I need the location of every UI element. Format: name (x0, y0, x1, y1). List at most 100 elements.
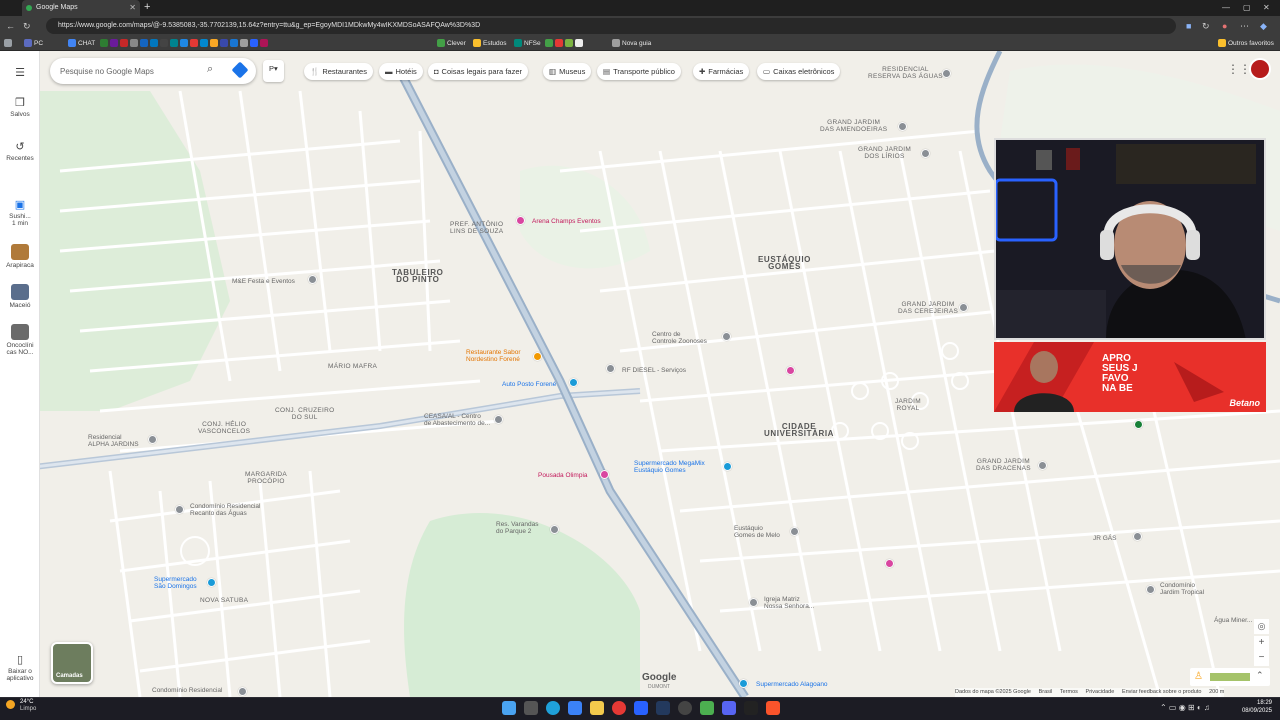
label-eustaquio-gomes[interactable]: EUSTÁQUIO GOMES (758, 256, 811, 271)
rail-sushi[interactable]: ▣ Sushi... 1 min (0, 198, 40, 227)
search-input[interactable] (60, 64, 200, 78)
weather-widget[interactable]: 24°C Limpo (6, 699, 36, 713)
rail-maceio[interactable]: Maceió (0, 284, 40, 309)
attr-terms[interactable]: Termos (1060, 689, 1078, 695)
file-explorer-icon[interactable] (590, 701, 604, 715)
label-res-varandas[interactable]: Res. Varandas do Parque 2 (496, 521, 539, 535)
close-tab-icon[interactable]: ✕ (129, 0, 136, 16)
chrome-icon[interactable] (568, 701, 582, 715)
shopping-pin[interactable] (739, 679, 748, 688)
zoom-in-button[interactable]: + (1254, 636, 1269, 651)
clock[interactable]: 18:29 08/09/2025 (1236, 699, 1272, 715)
label-supermercado-alagoano[interactable]: Supermercado Alagoano (756, 681, 828, 688)
filter-chip-menu[interactable]: P▾ (263, 60, 284, 82)
hotel-pin[interactable] (600, 470, 609, 479)
pegman-icon[interactable]: ♙ (1194, 671, 1203, 682)
back-icon[interactable]: ← (6, 17, 15, 35)
label-residencial-reserva[interactable]: Residencial Reserva das Águas (868, 66, 943, 80)
label-tabuleiro[interactable]: TABULEIRO DO PINTO (392, 269, 443, 284)
place-pin-pink[interactable] (786, 366, 795, 375)
imagery-thumbnails[interactable] (1210, 673, 1250, 681)
place-pin[interactable] (722, 332, 731, 341)
shopping-pin[interactable] (207, 578, 216, 587)
bookmark-pc[interactable]: PC (24, 36, 43, 51)
minimize-icon[interactable]: — (1222, 0, 1230, 16)
bookmark-clever[interactable]: Clever (437, 36, 466, 51)
label-cidade-universitaria[interactable]: CIDADE UNIVERSITÁRIA (764, 423, 834, 438)
label-grand-amendoeiras[interactable]: GRAND JARDIM DAS AMENDOEIRAS (820, 119, 887, 133)
edge-icon[interactable] (546, 701, 560, 715)
place-pin[interactable] (790, 527, 799, 536)
bookmark-nova-guia[interactable]: Nova guia (612, 36, 651, 51)
shopping-pin[interactable] (723, 462, 732, 471)
app-icon[interactable] (634, 701, 648, 715)
place-pin[interactable] (921, 149, 930, 158)
label-rf-diesel[interactable]: RF DIESEL - Serviços (622, 367, 686, 374)
chip-transit[interactable]: ▤ Transporte público (597, 63, 681, 80)
place-pin[interactable] (942, 69, 951, 78)
chip-things-to-do[interactable]: ◘ Coisas legais para fazer (428, 63, 528, 80)
address-bar[interactable]: https://www.google.com/maps/@-9.5385083,… (46, 18, 1176, 34)
place-pin[interactable] (1133, 532, 1142, 541)
layers-button[interactable]: Camadas (51, 642, 93, 684)
label-grand-cerejeiras[interactable]: GRAND JARDIM DAS CEREJEIRAS (898, 301, 958, 315)
label-condominio-jardim[interactable]: Condomínio Jardim Tropical (1160, 582, 1204, 596)
label-pousada-olimpia[interactable]: Pousada Olimpia (538, 472, 588, 479)
arena-pin[interactable] (516, 216, 525, 225)
search-taskbar-icon[interactable] (524, 701, 538, 715)
place-pin[interactable] (1146, 585, 1155, 594)
rail-recent[interactable]: ↺ Recentes (0, 140, 40, 162)
label-auto-posto[interactable]: Auto Posto Forené (502, 381, 556, 388)
label-igreja-matriz[interactable]: Igreja Matriz Nossa Senhora... (764, 596, 814, 610)
my-location-icon[interactable]: ◎ (1254, 619, 1269, 634)
place-pin[interactable] (238, 687, 247, 696)
steam-icon[interactable] (656, 701, 670, 715)
rail-saved[interactable]: ❒ Salvos (0, 96, 40, 118)
menu-icon[interactable]: ☰ (0, 66, 40, 81)
label-ceasa[interactable]: CEASA/AL - Centro de Abastecimento de... (424, 413, 490, 427)
place-pin[interactable] (959, 303, 968, 312)
chip-atms[interactable]: ▭ Caixas eletrônicos (757, 63, 841, 80)
bookmark-other-favorites[interactable]: Outros favoritos (1218, 36, 1274, 51)
extension-icon[interactable]: ■ (1186, 17, 1191, 35)
zoom-out-button[interactable]: − (1254, 651, 1269, 666)
apps-grid-icon[interactable]: ⋮⋮ (1227, 62, 1251, 76)
label-pref-antonio[interactable]: PREF. ANTÔNIO LINS DE SOUZA (450, 221, 503, 235)
maximize-icon[interactable]: ▢ (1243, 0, 1251, 16)
label-restaurante-sabor[interactable]: Restaurante Sabor Nordestino Forené (466, 349, 521, 363)
label-condominio-residencial[interactable]: Condomínio Residencial (152, 687, 222, 694)
search-icon[interactable]: ⌕ (207, 63, 213, 76)
label-eustaquio-melo[interactable]: Eustáquio Gomes de Melo (734, 525, 780, 539)
fuel-pin[interactable] (569, 378, 578, 387)
label-me-festa[interactable]: M&E Festa e Eventos (232, 278, 295, 285)
church-pin[interactable] (749, 598, 758, 607)
label-grand-dracenas[interactable]: GRAND JARDIM DAS DRACENAS (976, 458, 1031, 472)
place-pin[interactable] (606, 364, 615, 373)
place-pin[interactable] (308, 275, 317, 284)
betano-ad-banner[interactable]: APRO SEUS J FAVO NA BE Betano (994, 342, 1266, 412)
place-pin[interactable] (148, 435, 157, 444)
restaurant-pin[interactable] (533, 352, 542, 361)
label-agua-mineral[interactable]: Água Miner... (1214, 617, 1252, 624)
obs-icon[interactable] (744, 701, 758, 715)
bookmark-estudos[interactable]: Estudos (473, 36, 507, 51)
opera-icon[interactable] (612, 701, 626, 715)
chip-hotels[interactable]: ▬ Hotéis (379, 63, 423, 80)
rail-arapiraca[interactable]: Arapiraca (0, 244, 40, 269)
attr-country[interactable]: Brasil (1039, 689, 1053, 695)
chip-museums[interactable]: ▥ Museus (543, 63, 592, 80)
place-pin[interactable] (175, 505, 184, 514)
place-pin-pink[interactable] (885, 559, 894, 568)
place-pin[interactable] (550, 525, 559, 534)
account-avatar[interactable] (1249, 58, 1271, 80)
park-pin[interactable] (1134, 420, 1143, 429)
place-pin[interactable] (1038, 461, 1047, 470)
chip-restaurants[interactable]: 🍴 Restaurantes (304, 63, 373, 80)
bookmark-chat[interactable]: CHAT (68, 36, 95, 51)
directions-icon[interactable] (231, 61, 249, 79)
label-residencial-alpha[interactable]: Residencial ALPHA JARDINS (88, 434, 139, 448)
sync-icon[interactable]: ↻ (1202, 17, 1210, 35)
label-condominio-recanto[interactable]: Condomínio Residencial Recanto das Águas (190, 503, 260, 517)
label-jr-gas[interactable]: JR GÁS (1093, 535, 1116, 542)
chip-pharmacies[interactable]: ✚ Farmácias (693, 63, 750, 80)
